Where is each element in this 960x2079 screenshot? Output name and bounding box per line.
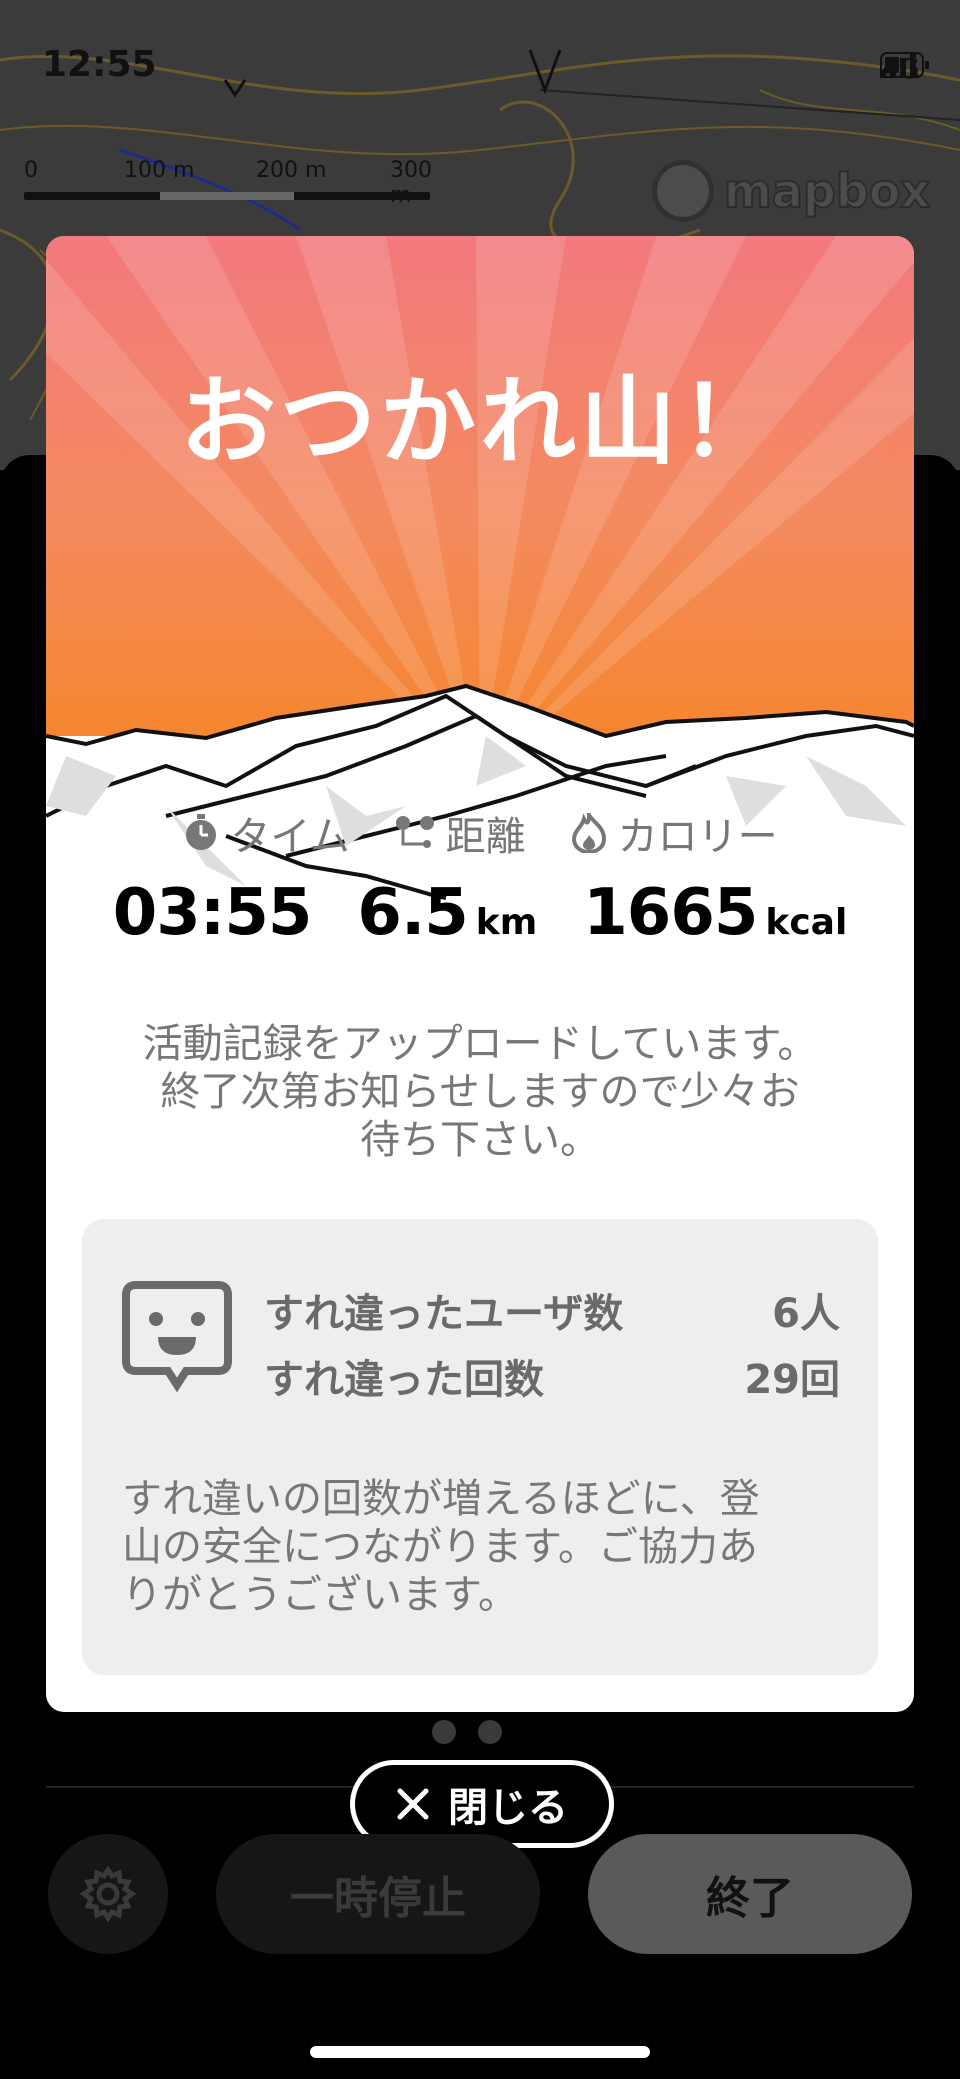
stat-value-time: 03:55 <box>112 876 313 950</box>
close-icon <box>397 1788 429 1820</box>
settings-button[interactable] <box>48 1834 168 1954</box>
page-dot[interactable] <box>478 1720 502 1744</box>
passing-stats-box: すれ違ったユーザ数 6人 すれ違った回数 29回 すれ違いの回数が増えるほどに、… <box>82 1219 878 1675</box>
stat-label-time: タイム <box>182 804 350 862</box>
stat-value-distance: 6.5 km <box>357 876 538 950</box>
stat-unit-calories: kcal <box>765 902 848 943</box>
stat-value-calories: 1665 kcal <box>583 876 848 950</box>
speech-bubble-face-icon <box>122 1281 232 1393</box>
home-indicator[interactable] <box>310 2046 650 2058</box>
battery-icon <box>880 52 930 78</box>
upload-status-message: 活動記録をアップロードしています。 終了次第お知らせしますので少々お 待ち下さい… <box>142 1021 818 1163</box>
passing-note: すれ違いの回数が増えるほどに、登 山の安全につながります。ご協力あ りがとうござ… <box>122 1476 760 1618</box>
stats-values: 03:55 6.5 km 1665 kcal <box>46 876 914 950</box>
summary-card: おつかれ山！ タイム 距離 カロリー 03:55 6.5 km 1665 kca… <box>46 236 914 1712</box>
page-indicator[interactable] <box>432 1720 502 1744</box>
scale-label: 100 m <box>124 158 195 183</box>
finish-button[interactable]: 終了 <box>588 1834 912 1954</box>
status-time: 12:55 <box>42 44 157 85</box>
stat-unit-distance: km <box>475 902 538 943</box>
status-indicators: 4G <box>880 52 930 85</box>
route-icon <box>395 816 434 848</box>
gear-icon <box>79 1865 137 1923</box>
stat-label-distance: 距離 <box>394 804 526 862</box>
flame-icon <box>571 813 606 853</box>
stat-label-calories: カロリー <box>570 804 778 862</box>
mapbox-attribution[interactable]: mapbox <box>651 160 931 222</box>
passed-users-row: すれ違ったユーザ数 6人 <box>264 1291 840 1337</box>
mapbox-logo-icon <box>651 160 714 222</box>
pause-button[interactable]: 一時停止 <box>216 1834 540 1954</box>
scale-label: 200 m <box>256 158 327 183</box>
page-dot[interactable] <box>432 1720 456 1744</box>
scale-label: 0 <box>24 158 38 183</box>
congrats-title: おつかれ山！ <box>180 366 780 478</box>
stats-labels: タイム 距離 カロリー <box>46 804 914 862</box>
scale-label: 300 m <box>390 158 432 208</box>
stopwatch-icon <box>186 814 217 850</box>
map-scale-bar: 0 100 m 200 m 300 m <box>24 158 432 208</box>
passed-count-row: すれ違った回数 29回 <box>264 1357 840 1403</box>
status-bar: 12:55 4G <box>0 0 960 140</box>
